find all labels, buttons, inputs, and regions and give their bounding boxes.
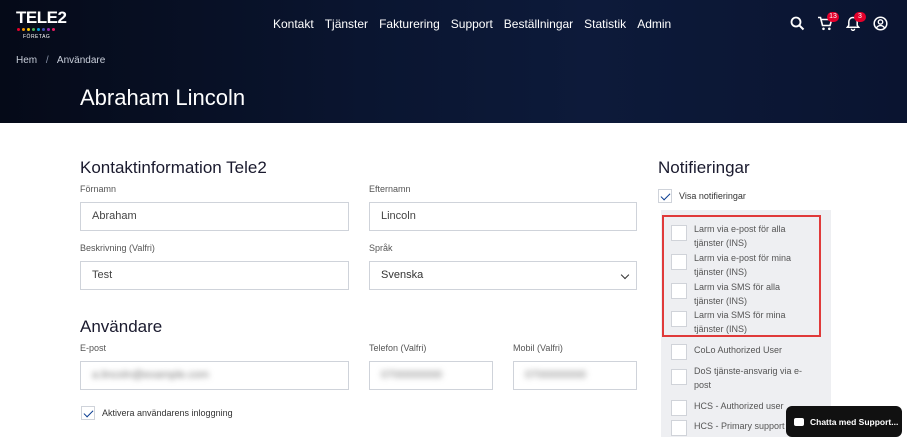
- logo-dot: [37, 28, 40, 31]
- phone-value: 0700000000: [381, 369, 443, 381]
- mobile-field[interactable]: 0700000000: [513, 361, 637, 390]
- show-notifications-checkbox[interactable]: [658, 189, 672, 203]
- notif-option-label: CoLo Authorized User: [694, 345, 783, 355]
- phone-label: Telefon (Valfri): [369, 343, 427, 353]
- nav-support[interactable]: Support: [451, 17, 493, 31]
- last-name-field[interactable]: Lincoln: [369, 202, 637, 231]
- activate-login-checkbox[interactable]: [81, 406, 95, 420]
- logo-dot: [32, 28, 35, 31]
- contact-section-title: Kontaktinformation Tele2: [80, 158, 267, 177]
- notifications-title: Notifieringar: [658, 158, 750, 177]
- logo-dot: [17, 28, 20, 31]
- logo-dot: [22, 28, 25, 31]
- activate-login-label: Aktivera användarens inloggning: [102, 408, 233, 418]
- notif-checkbox[interactable]: [671, 344, 687, 360]
- phone-field[interactable]: 0700000000: [369, 361, 493, 390]
- breadcrumb-separator: /: [45, 55, 49, 66]
- chevron-down-icon: [620, 270, 630, 280]
- page-header: TELE2 FÖRETAG Kontakt Tjänster Faktureri…: [0, 0, 907, 123]
- logo-dots: [17, 28, 55, 31]
- first-name-label: Förnamn: [80, 184, 117, 194]
- language-select[interactable]: Svenska: [369, 261, 637, 290]
- breadcrumb-current: Användare: [56, 55, 106, 66]
- mobile-label: Mobil (Valfri): [513, 343, 563, 353]
- bell-icon[interactable]: 3: [845, 12, 866, 34]
- nav-kontakt[interactable]: Kontakt: [273, 17, 314, 31]
- chat-bubble-icon: [794, 417, 804, 426]
- nav-statistik[interactable]: Statistik: [584, 17, 626, 31]
- notif-option-dos[interactable]: DoS tjänste-ansvarig via e-post: [671, 364, 812, 392]
- language-select-value: Svenska: [381, 269, 424, 281]
- mobile-value: 0700000000: [525, 369, 587, 381]
- breadcrumb-home[interactable]: Hem: [16, 55, 37, 66]
- chat-support-label: Chatta med Support...: [810, 416, 899, 427]
- logo-dot: [52, 28, 55, 31]
- nav-bestallningar[interactable]: Beställningar: [504, 17, 573, 31]
- notification-badge: 3: [854, 12, 866, 22]
- notif-checkbox[interactable]: [671, 400, 687, 416]
- cart-icon[interactable]: 13: [817, 12, 839, 34]
- notif-checkbox[interactable]: [671, 420, 687, 436]
- breadcrumb: Hem / Användare: [16, 55, 105, 66]
- logo-dot: [47, 28, 50, 31]
- tele2-logo[interactable]: TELE2 FÖRETAG: [16, 8, 67, 42]
- nav-admin[interactable]: Admin: [637, 17, 671, 31]
- notif-option-label: DoS tjänste-ansvarig via e-post: [694, 366, 803, 390]
- logo-text: TELE2: [16, 8, 67, 27]
- last-name-label: Efternamn: [369, 184, 411, 194]
- chat-support-button[interactable]: Chatta med Support...: [786, 406, 902, 437]
- first-name-field[interactable]: Abraham: [80, 202, 349, 231]
- email-field[interactable]: a.lincoln@example.com: [80, 361, 349, 390]
- nav-fakturering[interactable]: Fakturering: [379, 17, 440, 31]
- email-label: E-post: [80, 343, 107, 353]
- logo-dot: [27, 28, 30, 31]
- notif-checkbox[interactable]: [671, 369, 687, 385]
- cart-badge: 13: [827, 12, 839, 22]
- language-label: Språk: [369, 243, 393, 253]
- nav-tjanster[interactable]: Tjänster: [325, 17, 368, 31]
- show-notifications-label: Visa notifieringar: [679, 191, 746, 201]
- highlight-frame: [662, 215, 821, 337]
- user-account-icon[interactable]: [873, 16, 891, 34]
- search-icon[interactable]: [790, 16, 808, 34]
- user-section-title: Användare: [80, 317, 163, 336]
- logo-subtitle: FÖRETAG: [23, 34, 51, 40]
- description-field[interactable]: Test: [80, 261, 349, 290]
- notif-option-colo[interactable]: CoLo Authorized User: [671, 343, 812, 360]
- logo-dot: [42, 28, 45, 31]
- description-label: Beskrivning (Valfri): [80, 243, 155, 253]
- email-value: a.lincoln@example.com: [92, 369, 209, 381]
- main-nav: Kontakt Tjänster Fakturering Support Bes…: [273, 17, 682, 31]
- page-title: Abraham Lincoln: [80, 85, 246, 110]
